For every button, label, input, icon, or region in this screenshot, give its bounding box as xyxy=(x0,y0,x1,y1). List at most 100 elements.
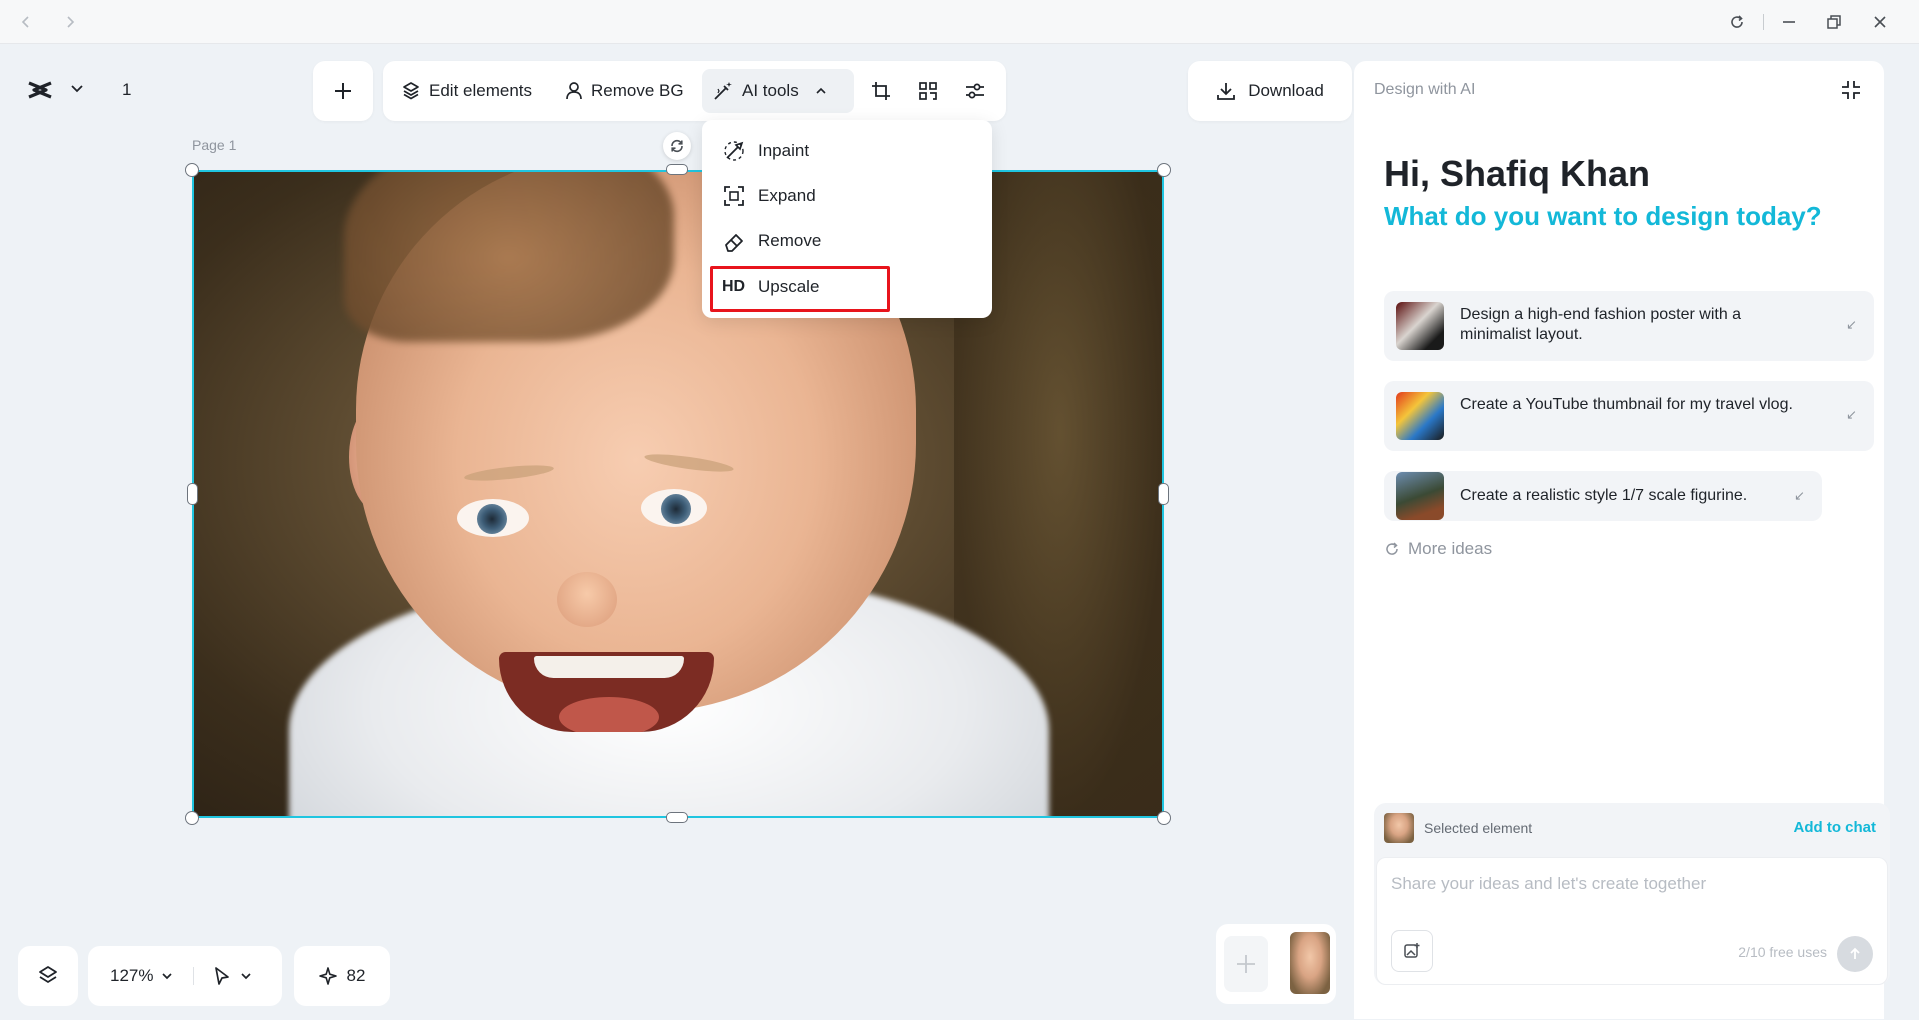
chevron-down-icon[interactable] xyxy=(70,82,84,96)
restore-icon[interactable] xyxy=(1820,10,1848,34)
menu-item-label: Inpaint xyxy=(758,141,810,160)
zoom-level[interactable]: 127% xyxy=(110,966,153,986)
upscale-highlight-box xyxy=(710,266,890,312)
arrow-icon: ↙ xyxy=(1794,488,1805,503)
photo-eye-left xyxy=(457,499,529,537)
menu-item-inpaint[interactable]: Inpaint xyxy=(722,134,809,168)
project-menu[interactable]: 1 xyxy=(16,68,132,112)
resize-handle-top[interactable] xyxy=(666,164,688,175)
ai-tools-label: AI tools xyxy=(742,81,799,100)
resize-handle-left[interactable] xyxy=(187,483,198,505)
idea-text: Create a YouTube thumbnail for my travel… xyxy=(1460,396,1793,413)
scan-button[interactable] xyxy=(910,73,946,109)
rotate-icon xyxy=(671,139,683,153)
inpaint-brush-icon xyxy=(724,141,744,161)
refresh-icon xyxy=(1386,542,1398,555)
chat-input[interactable]: Share your ideas and let's create togeth… xyxy=(1391,874,1706,894)
edit-elements-button[interactable]: Edit elements xyxy=(391,69,542,113)
layers-icon xyxy=(403,82,419,100)
resize-handle-right[interactable] xyxy=(1158,483,1169,505)
ai-subheading: What do you want to design today? xyxy=(1384,201,1822,231)
remove-bg-button[interactable]: Remove BG xyxy=(555,69,694,113)
add-to-chat-button[interactable]: Add to chat xyxy=(1794,819,1877,836)
close-icon[interactable] xyxy=(1866,10,1894,34)
person-icon xyxy=(566,82,582,100)
resize-handle-top-left[interactable] xyxy=(185,163,199,177)
qr-scan-icon xyxy=(919,82,937,100)
plus-icon xyxy=(1237,955,1255,973)
resize-handle-bottom-left[interactable] xyxy=(185,811,199,825)
title-bar xyxy=(0,0,1919,44)
photo-eye-right xyxy=(641,489,707,527)
minimize-icon[interactable] xyxy=(1775,10,1803,34)
chevron-down-icon[interactable] xyxy=(161,970,173,982)
pointer-icon[interactable] xyxy=(212,966,232,986)
chevron-down-icon[interactable] xyxy=(240,970,252,982)
ai-design-panel: Design with AI Hi, Shafiq Khan What do y… xyxy=(1354,61,1890,1019)
add-page-button[interactable] xyxy=(1224,936,1268,992)
rotate-handle[interactable] xyxy=(663,132,691,160)
arrow-up-icon xyxy=(1850,947,1860,959)
photo-nose xyxy=(557,572,617,627)
window-divider xyxy=(1763,14,1764,30)
arrow-icon: ↙ xyxy=(1846,407,1857,422)
selected-element-thumbnail xyxy=(1384,813,1414,843)
edit-elements-label: Edit elements xyxy=(429,81,532,100)
selected-element-chip: Selected element xyxy=(1384,813,1532,843)
ai-tools-button[interactable]: AI tools xyxy=(702,69,854,113)
ai-panel-header: Design with AI xyxy=(1374,81,1476,98)
eraser-icon xyxy=(725,234,743,252)
idea-thumbnail xyxy=(1396,472,1444,520)
plus-icon xyxy=(335,83,351,99)
capcut-logo-icon xyxy=(28,81,52,99)
ai-tools-menu: Inpaint Expand Remove HD Upscale xyxy=(702,120,992,318)
download-icon xyxy=(1217,83,1236,100)
resize-handle-bottom-right[interactable] xyxy=(1157,811,1171,825)
attach-image-button[interactable] xyxy=(1391,930,1433,972)
selected-element-label: Selected element xyxy=(1424,820,1533,836)
menu-item-label: Remove xyxy=(758,231,822,250)
chevron-up-icon xyxy=(816,87,826,94)
collapse-icon[interactable] xyxy=(1840,79,1862,101)
send-button[interactable] xyxy=(1837,936,1873,972)
add-button[interactable] xyxy=(313,61,373,121)
more-ideas-label: More ideas xyxy=(1408,539,1493,558)
idea-card-fashion[interactable]: Design a high-end fashion poster with a … xyxy=(1384,291,1874,361)
idea-card-youtube[interactable]: Create a YouTube thumbnail for my travel… xyxy=(1384,381,1874,451)
chevron-right-icon[interactable] xyxy=(58,10,82,34)
credits-button[interactable]: 82 xyxy=(294,946,390,1006)
layers-icon xyxy=(39,966,57,984)
menu-item-remove[interactable]: Remove xyxy=(722,224,821,258)
chevron-left-icon[interactable] xyxy=(14,10,38,34)
photo-hair xyxy=(344,172,674,342)
more-ideas-button[interactable]: More ideas xyxy=(1384,539,1492,559)
ai-greeting: Hi, Shafiq Khan xyxy=(1384,153,1651,194)
zoom-divider xyxy=(193,967,195,985)
idea-text: Design a high-end fashion poster with a … xyxy=(1460,306,1742,343)
idea-thumbnail xyxy=(1396,302,1444,350)
adjust-button[interactable] xyxy=(957,73,993,109)
idea-card-figurine[interactable]: Create a realistic style 1/7 scale figur… xyxy=(1384,471,1822,521)
remove-bg-label: Remove BG xyxy=(591,81,684,100)
idea-text: Create a realistic style 1/7 scale figur… xyxy=(1460,487,1748,504)
element-toolbar: Edit elements Remove BG AI tools xyxy=(383,61,1006,121)
page-thumbnails xyxy=(1216,924,1336,1004)
crop-icon xyxy=(872,82,890,100)
resize-handle-bottom[interactable] xyxy=(666,812,688,823)
arrow-icon: ↙ xyxy=(1846,317,1857,332)
download-button[interactable]: Download xyxy=(1188,61,1352,121)
page-thumbnail[interactable] xyxy=(1290,932,1330,994)
download-label: Download xyxy=(1248,81,1324,100)
crop-button[interactable] xyxy=(863,73,899,109)
credits-count: 82 xyxy=(346,966,366,985)
chat-composer: Selected element Add to chat Share your … xyxy=(1374,803,1890,985)
canvas-image[interactable] xyxy=(192,170,1164,818)
expand-frame-icon xyxy=(724,186,744,206)
zoom-controls: 127% xyxy=(88,946,282,1006)
layers-button[interactable] xyxy=(18,946,78,1006)
resize-handle-top-right[interactable] xyxy=(1157,163,1171,177)
menu-item-expand[interactable]: Expand xyxy=(722,179,816,213)
reload-icon[interactable] xyxy=(1723,10,1751,34)
chat-input-area[interactable]: Share your ideas and let's create togeth… xyxy=(1376,857,1888,985)
sliders-icon xyxy=(966,83,984,99)
